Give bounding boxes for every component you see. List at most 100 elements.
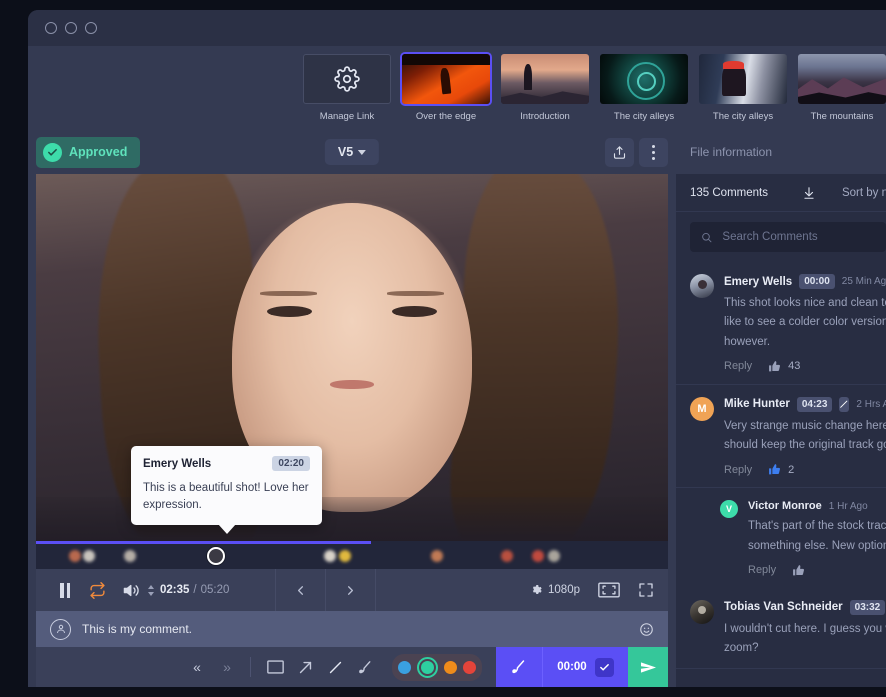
annotation-timestamp-value: 00:00 <box>557 661 586 673</box>
stage-wrapper <box>28 174 676 541</box>
comment-reply-item: VVictor Monroe1 Hr AgoThat's part of the… <box>676 488 886 588</box>
reply-button[interactable]: Reply <box>748 564 776 576</box>
timeline-marker[interactable] <box>339 550 351 562</box>
time-stepper[interactable] <box>148 585 154 596</box>
search-icon <box>701 231 712 244</box>
color-swatch-blue[interactable] <box>398 661 411 674</box>
like-button[interactable] <box>792 564 805 577</box>
sort-selector[interactable]: Sort by ne <box>828 187 886 199</box>
arrow-tool-button[interactable] <box>290 647 320 687</box>
thumbnail-label: The city alleys <box>713 111 773 122</box>
tab-file-information[interactable]: File information <box>690 145 772 159</box>
send-paper-plane-icon <box>639 658 658 677</box>
avatar[interactable]: V <box>720 500 738 518</box>
pencil-icon[interactable] <box>839 397 849 412</box>
thumbnail-over-the-edge[interactable]: Over the edge <box>402 54 490 122</box>
video-timeline[interactable] <box>36 541 668 569</box>
share-button[interactable] <box>605 138 634 167</box>
download-arrow-icon <box>802 186 816 200</box>
window-dot-close[interactable] <box>85 22 97 34</box>
brush-icon <box>357 659 374 676</box>
version-selector[interactable]: V5 <box>325 139 379 165</box>
comment-text-line: I wouldn't cut here. I guess you were <box>724 621 886 638</box>
comment-timestamp[interactable]: 00:00 <box>799 274 835 289</box>
active-brush-button[interactable] <box>496 647 542 687</box>
timeline-marker[interactable] <box>124 550 136 562</box>
pause-icon <box>60 583 70 598</box>
avatar[interactable] <box>690 274 714 298</box>
color-swatch-orange[interactable] <box>444 661 457 674</box>
brush-tool-button[interactable] <box>350 647 380 687</box>
prev-marker-button[interactable] <box>276 583 325 598</box>
fullscreen-button[interactable] <box>638 582 654 598</box>
annotation-toolbar: « » <box>36 647 668 687</box>
send-comment-button[interactable] <box>628 647 668 687</box>
loop-icon <box>89 582 106 599</box>
search-comments-box[interactable] <box>690 222 886 252</box>
color-swatch-green-selected[interactable] <box>417 657 438 678</box>
avatar[interactable] <box>690 600 714 624</box>
thumbnail-the-mountains[interactable]: The mountains <box>798 54 886 122</box>
timeline-marker[interactable] <box>532 550 544 562</box>
timeline-marker[interactable] <box>431 550 443 562</box>
volume-button[interactable] <box>114 582 148 599</box>
timeline-marker[interactable] <box>69 550 81 562</box>
thumbnail-introduction[interactable]: Introduction <box>501 54 589 122</box>
thumbnail-the-city-alleys-1[interactable]: The city alleys <box>600 54 688 122</box>
status-badge-approved[interactable]: Approved <box>36 137 140 168</box>
thumbnail-the-city-alleys-2[interactable]: The city alleys <box>699 54 787 122</box>
current-time: 02:35 <box>160 584 189 596</box>
search-comments-input[interactable] <box>722 231 875 243</box>
thumbnail-image <box>501 54 589 104</box>
timeline-marker-active[interactable] <box>207 547 225 565</box>
next-marker-button[interactable] <box>326 583 375 598</box>
pause-button[interactable] <box>50 583 80 598</box>
timeline-marker[interactable] <box>83 550 95 562</box>
window-dot-maximize[interactable] <box>65 22 77 34</box>
comment-input[interactable] <box>82 622 639 636</box>
comment-text-line: like to see a colder color version to c <box>724 314 886 331</box>
emoji-button[interactable] <box>639 622 654 637</box>
annotation-timestamp-toggle[interactable] <box>595 658 614 677</box>
comment-item: Emery Wells00:0025 Min AgoThis shot look… <box>676 262 886 385</box>
line-tool-button[interactable] <box>320 647 350 687</box>
prev-annotation-button[interactable]: « <box>181 647 211 687</box>
app-window: Manage Link Over the edge Introduction T… <box>28 10 886 687</box>
kebab-menu-icon <box>652 145 655 160</box>
chevron-down-icon <box>358 150 366 155</box>
toolbar-divider <box>250 657 251 677</box>
thumbnail-label: Introduction <box>520 111 570 122</box>
window-dot-minimize[interactable] <box>45 22 57 34</box>
reply-button[interactable]: Reply <box>724 360 752 372</box>
loop-button[interactable] <box>80 582 114 599</box>
comment-text-line: should keep the original track going. <box>724 437 886 454</box>
volume-icon <box>123 582 140 599</box>
comment-header: Mike Hunter04:232 Hrs Ago <box>724 397 886 412</box>
reply-button[interactable]: Reply <box>724 464 752 476</box>
comment-header: Victor Monroe1 Hr Ago <box>748 500 886 512</box>
rectangle-tool-button[interactable] <box>260 647 290 687</box>
timeline-marker[interactable] <box>501 550 513 562</box>
comment-author: Emery Wells <box>724 276 792 288</box>
double-chevron-right-icon: » <box>223 659 229 675</box>
color-swatch-red[interactable] <box>463 661 476 674</box>
download-comments-button[interactable] <box>802 186 816 200</box>
comment-actions: Reply 43 <box>724 360 886 373</box>
next-annotation-button[interactable]: » <box>211 647 241 687</box>
comment-timestamp[interactable]: 04:23 <box>797 397 833 412</box>
like-button[interactable]: 2 <box>768 463 794 476</box>
comment-timestamp[interactable]: 03:32 <box>850 600 886 615</box>
thumbnail-manage-link[interactable]: Manage Link <box>303 54 391 122</box>
like-button[interactable]: 43 <box>768 360 800 373</box>
thumbs-up-icon <box>768 360 781 373</box>
total-duration: 05:20 <box>201 584 230 596</box>
picture-in-picture-button[interactable] <box>598 582 620 598</box>
chevron-left-icon <box>293 583 308 598</box>
thumbnail-image <box>600 54 688 104</box>
timeline-marker[interactable] <box>324 550 336 562</box>
avatar[interactable]: M <box>690 397 714 421</box>
quality-selector[interactable]: 1080p <box>530 584 580 596</box>
more-options-button[interactable] <box>639 138 668 167</box>
timeline-marker[interactable] <box>548 550 560 562</box>
line-icon <box>327 659 344 676</box>
